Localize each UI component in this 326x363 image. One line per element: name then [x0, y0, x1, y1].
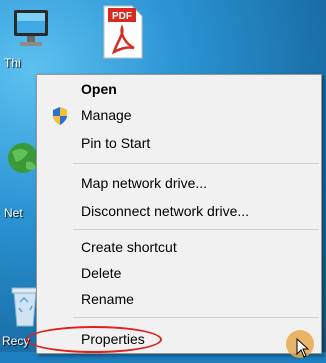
menu-item-label: Map network drive...: [81, 175, 208, 191]
menu-item-label: Create shortcut: [81, 239, 177, 255]
network-icon[interactable]: [6, 140, 40, 180]
menu-item-map-network-drive[interactable]: Map network drive...: [37, 171, 321, 197]
menu-item-create-shortcut[interactable]: Create shortcut: [37, 235, 321, 261]
uac-shield-icon: [51, 106, 69, 129]
computer-icon-label: Thi: [4, 56, 21, 70]
pdf-label: PDF: [112, 11, 132, 22]
network-icon-label: Net: [4, 206, 23, 220]
menu-item-label: Disconnect network drive...: [81, 203, 250, 219]
menu-item-label: Rename: [81, 291, 134, 307]
computer-icon[interactable]: [10, 4, 52, 56]
context-menu: Open Manage Pin to Start Map network dri…: [36, 74, 322, 354]
pdf-file-icon[interactable]: PDF: [100, 4, 144, 60]
menu-item-pin-to-start[interactable]: Pin to Start: [37, 131, 321, 157]
properties-highlight-circle: [26, 326, 162, 353]
mouse-pointer-icon: [296, 337, 310, 358]
menu-item-label: Delete: [81, 265, 122, 281]
menu-item-label: Pin to Start: [81, 135, 151, 151]
menu-item-rename[interactable]: Rename: [37, 287, 321, 313]
menu-separator: [73, 163, 319, 164]
menu-item-open[interactable]: Open: [37, 77, 321, 103]
menu-item-disconnect-network-drive[interactable]: Disconnect network drive...: [37, 199, 321, 225]
menu-item-manage[interactable]: Manage: [37, 103, 321, 129]
recycle-bin-icon-label: Recy: [2, 334, 30, 348]
menu-separator: [73, 229, 319, 230]
menu-separator: [73, 317, 319, 318]
menu-item-label: Open: [81, 81, 117, 97]
menu-item-label: Manage: [81, 107, 132, 123]
menu-item-delete[interactable]: Delete: [37, 261, 321, 287]
